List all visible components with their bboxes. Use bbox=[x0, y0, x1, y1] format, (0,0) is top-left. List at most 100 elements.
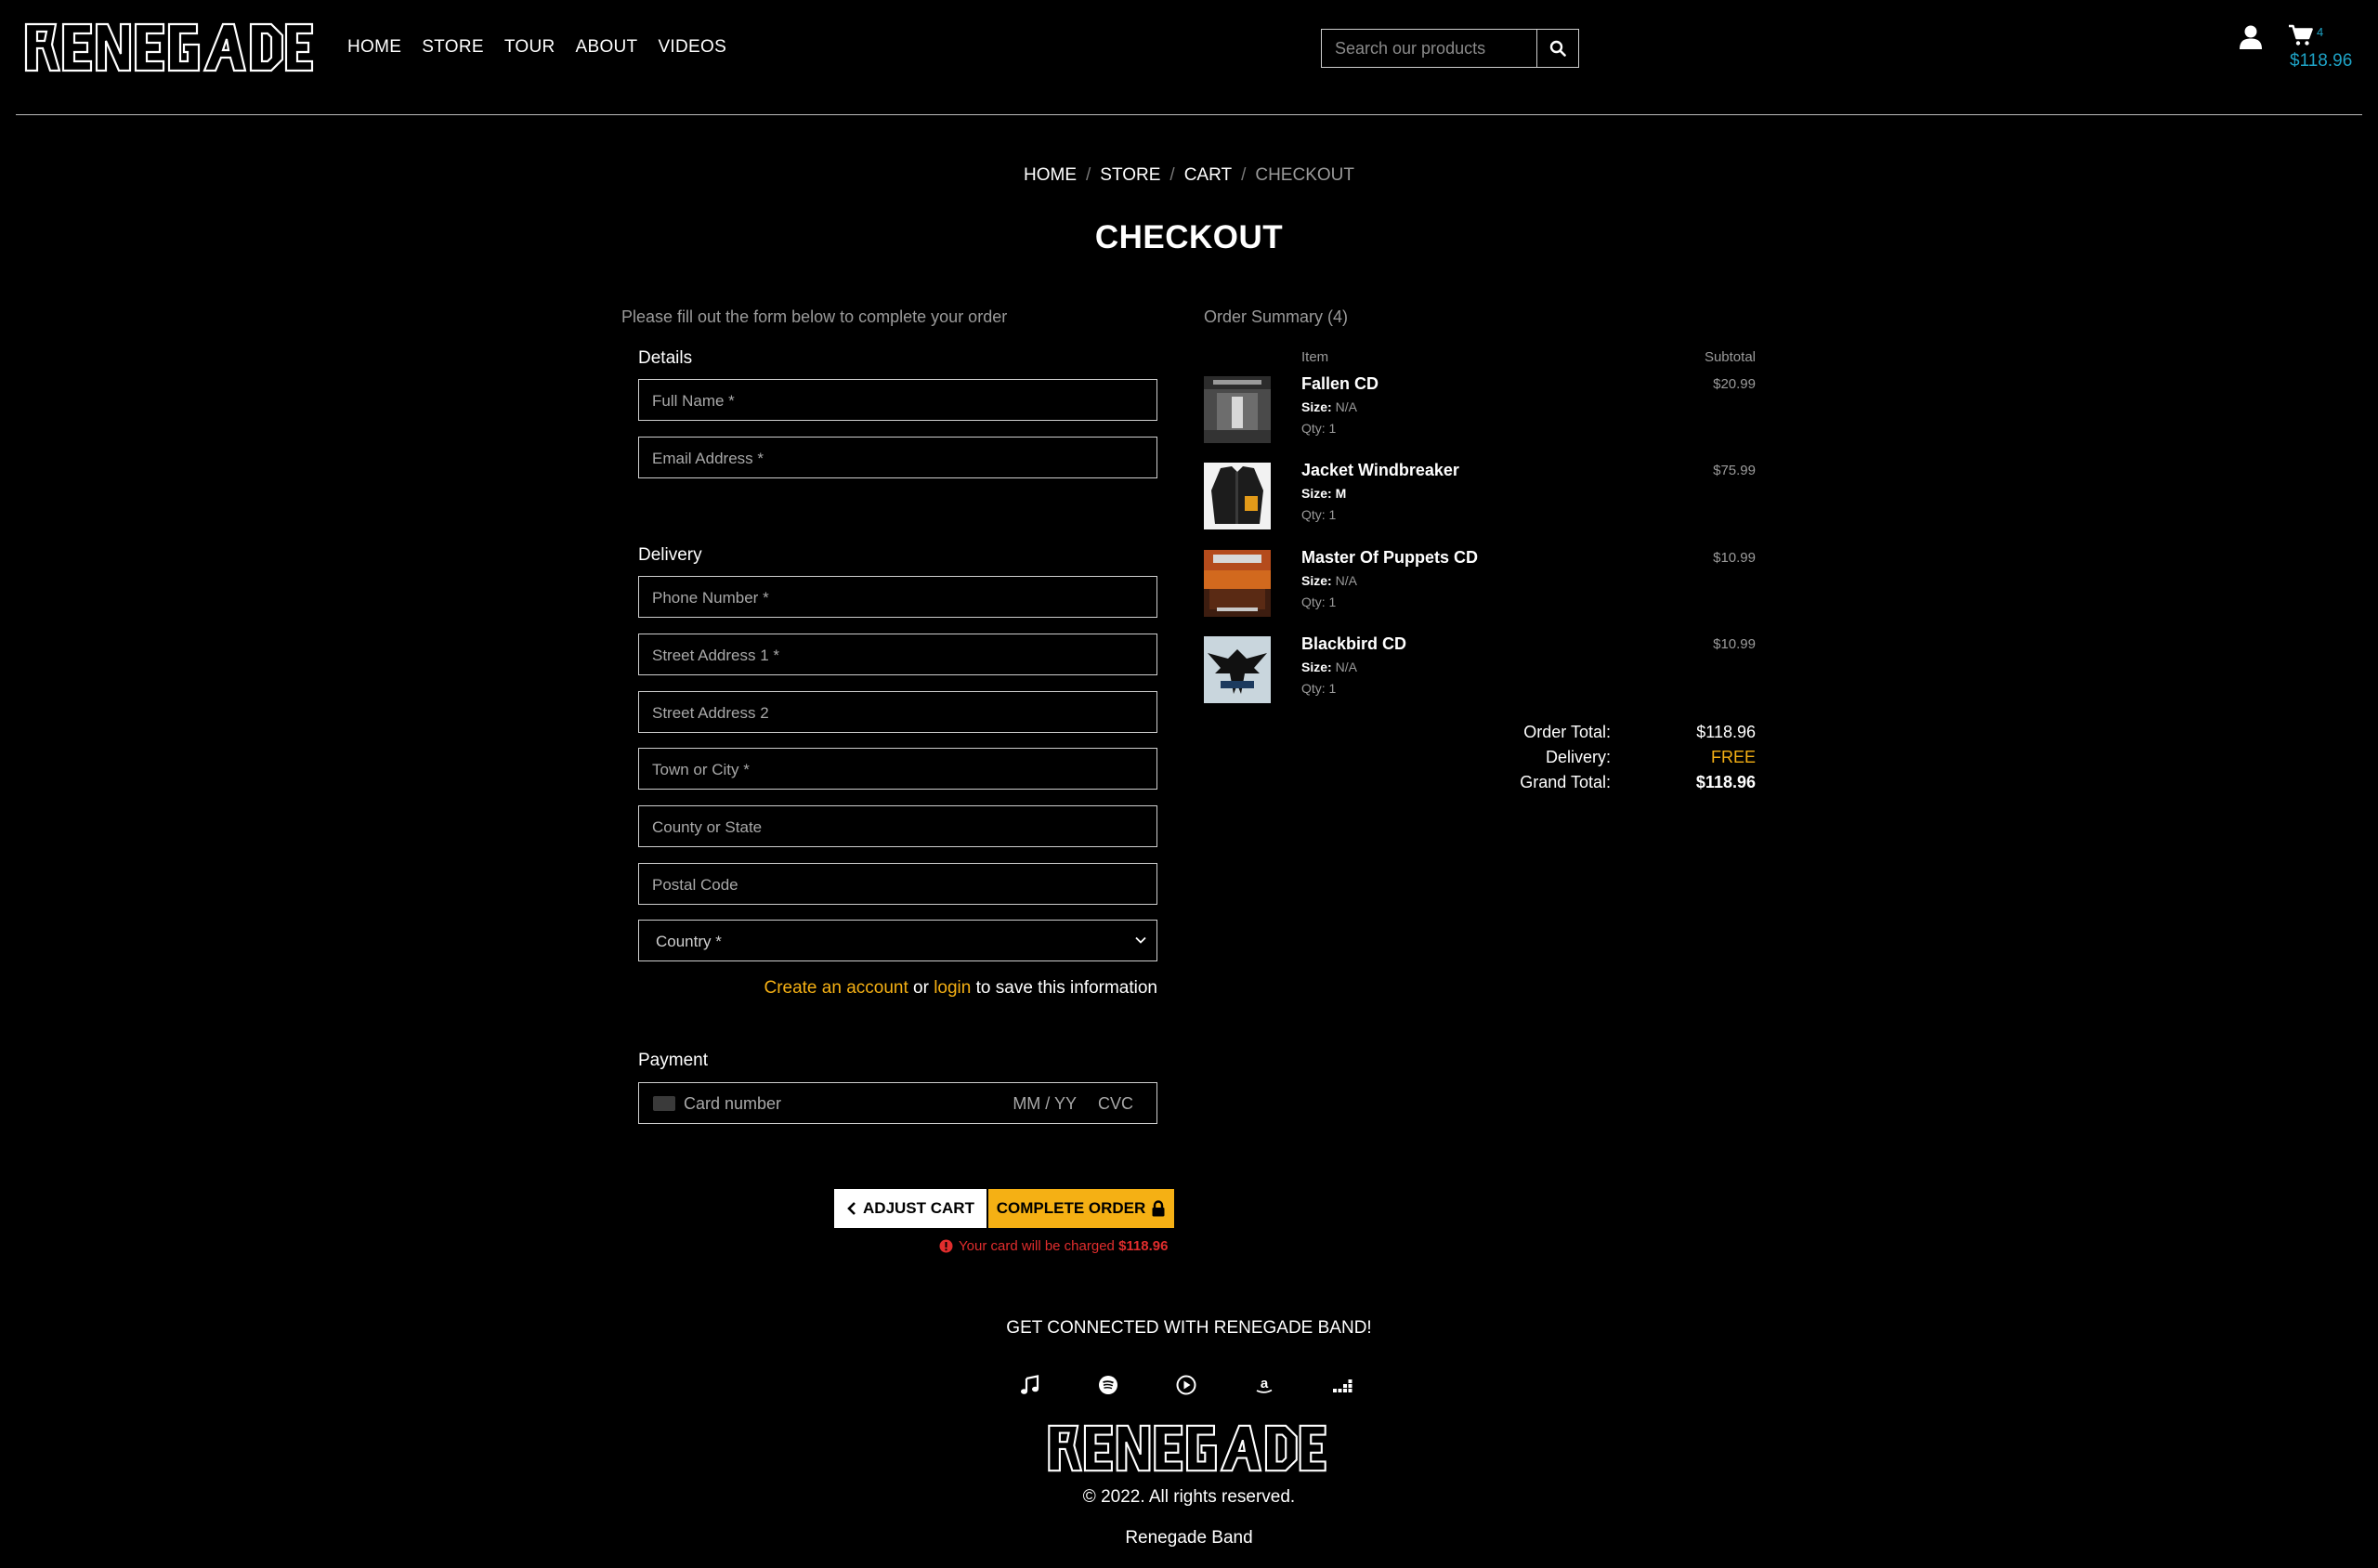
user-account-icon[interactable] bbox=[2239, 24, 2263, 50]
email-placeholder: Email Address * bbox=[652, 450, 764, 467]
cart-link[interactable]: 4 $118.96 bbox=[2287, 22, 2371, 72]
full-name-field[interactable]: Full Name * bbox=[638, 379, 1157, 421]
adjust-cart-label: ADJUST CART bbox=[863, 1199, 974, 1217]
street-address-1-field[interactable]: Street Address 1 * bbox=[638, 634, 1157, 675]
phone-field[interactable]: Phone Number * bbox=[638, 576, 1157, 618]
header-divider bbox=[16, 114, 2362, 115]
blackbird-cd-thumbnail[interactable] bbox=[1204, 636, 1271, 703]
delivery-label: Delivery: bbox=[1545, 748, 1611, 766]
login-link[interactable]: login bbox=[934, 978, 971, 998]
postal-code-placeholder: Postal Code bbox=[652, 876, 738, 894]
street-address-1-placeholder: Street Address 1 * bbox=[652, 647, 780, 664]
postal-code-field[interactable]: Postal Code bbox=[638, 863, 1157, 905]
renegade-logo[interactable] bbox=[24, 20, 314, 74]
lock-icon bbox=[1152, 1200, 1165, 1217]
item-name[interactable]: Blackbird CD bbox=[1301, 634, 1406, 654]
nav-about[interactable]: ABOUT bbox=[576, 37, 638, 58]
item-name[interactable]: Fallen CD bbox=[1301, 374, 1378, 394]
save-info-text: to save this information bbox=[971, 978, 1157, 998]
chevron-down-icon bbox=[1135, 936, 1146, 944]
search-button[interactable] bbox=[1537, 29, 1579, 68]
breadcrumb-separator: / bbox=[1241, 165, 1247, 185]
breadcrumb-cart[interactable]: CART bbox=[1184, 165, 1232, 185]
spotify-icon[interactable] bbox=[1098, 1375, 1120, 1397]
or-text: or bbox=[908, 978, 934, 998]
item-size: Size: N/A bbox=[1301, 573, 1357, 588]
chevron-left-icon bbox=[847, 1202, 856, 1215]
nav-videos[interactable]: VIDEOS bbox=[658, 37, 726, 58]
card-expiry-placeholder: MM / YY bbox=[1013, 1094, 1077, 1113]
jacket-windbreaker-thumbnail[interactable] bbox=[1204, 463, 1271, 529]
svg-text:a: a bbox=[1261, 1376, 1269, 1392]
town-city-field[interactable]: Town or City * bbox=[638, 748, 1157, 790]
item-price: $10.99 bbox=[1713, 550, 1756, 566]
breadcrumb-separator: / bbox=[1169, 165, 1175, 185]
exclamation-circle-icon bbox=[939, 1239, 953, 1253]
country-select[interactable]: Country * bbox=[638, 920, 1157, 961]
create-account-link[interactable]: Create an account bbox=[764, 978, 908, 998]
cart-total: $118.96 bbox=[2290, 51, 2353, 71]
order-item: Fallen CD Size: N/A Qty: 1 $20.99 bbox=[1204, 374, 1756, 449]
item-price: $75.99 bbox=[1713, 463, 1756, 478]
item-size: Size: M bbox=[1301, 486, 1347, 501]
nav-tour[interactable]: TOUR bbox=[504, 37, 555, 58]
full-name-placeholder: Full Name * bbox=[652, 392, 735, 410]
footer-heading: GET CONNECTED WITH RENEGADE BAND! bbox=[1006, 1318, 1372, 1338]
card-number-placeholder: Card number bbox=[684, 1094, 782, 1113]
complete-order-label: COMPLETE ORDER bbox=[996, 1199, 1146, 1217]
search-icon bbox=[1549, 40, 1566, 57]
charge-amount: $118.96 bbox=[1118, 1238, 1169, 1254]
item-qty: Qty: 1 bbox=[1301, 681, 1337, 696]
country-select-value: Country * bbox=[656, 933, 722, 950]
footer-renegade-logo[interactable] bbox=[1041, 1422, 1333, 1474]
breadcrumb-separator: / bbox=[1086, 165, 1091, 185]
form-intro: Please fill out the form below to comple… bbox=[621, 307, 1008, 326]
county-state-field[interactable]: County or State bbox=[638, 805, 1157, 847]
complete-order-button[interactable]: COMPLETE ORDER bbox=[988, 1189, 1174, 1228]
order-total-row: Order Total: $118.96 bbox=[1449, 723, 1756, 748]
social-links: a bbox=[1020, 1375, 1358, 1397]
breadcrumb-store[interactable]: STORE bbox=[1100, 165, 1160, 185]
shopping-cart-icon bbox=[2289, 24, 2313, 46]
deezer-icon[interactable] bbox=[1332, 1375, 1354, 1397]
order-item: Master Of Puppets CD Size: N/A Qty: 1 $1… bbox=[1204, 548, 1756, 622]
search-input[interactable] bbox=[1321, 29, 1537, 68]
nav-home[interactable]: HOME bbox=[347, 37, 401, 58]
breadcrumb-home[interactable]: HOME bbox=[1024, 165, 1077, 185]
subtotal-column-header: Subtotal bbox=[1704, 349, 1756, 365]
street-address-2-placeholder: Street Address 2 bbox=[652, 704, 769, 722]
band-name: Renegade Band bbox=[1125, 1528, 1253, 1548]
grand-total-label: Grand Total: bbox=[1520, 773, 1611, 791]
item-name[interactable]: Jacket Windbreaker bbox=[1301, 461, 1459, 480]
nav-store[interactable]: STORE bbox=[422, 37, 484, 58]
details-heading: Details bbox=[638, 348, 693, 368]
search-form bbox=[1321, 29, 1579, 68]
delivery-value: FREE bbox=[1710, 748, 1756, 766]
email-field[interactable]: Email Address * bbox=[638, 437, 1157, 478]
item-qty: Qty: 1 bbox=[1301, 507, 1337, 522]
item-column-header: Item bbox=[1301, 349, 1329, 365]
grand-total-row: Grand Total: $118.96 bbox=[1449, 773, 1756, 798]
amazon-icon[interactable]: a bbox=[1254, 1375, 1276, 1397]
street-address-2-field[interactable]: Street Address 2 bbox=[638, 691, 1157, 733]
item-qty: Qty: 1 bbox=[1301, 595, 1337, 609]
page-title: CHECKOUT bbox=[1094, 219, 1284, 255]
music-note-icon[interactable] bbox=[1020, 1375, 1042, 1397]
order-item: Jacket Windbreaker Size: M Qty: 1 $75.99 bbox=[1204, 461, 1756, 535]
card-cvc-placeholder: CVC bbox=[1097, 1094, 1133, 1113]
order-totals: Order Total: $118.96 Delivery: FREE Gran… bbox=[1449, 723, 1756, 798]
master-of-puppets-cd-thumbnail[interactable] bbox=[1204, 550, 1271, 617]
town-city-placeholder: Town or City * bbox=[652, 761, 750, 778]
item-size: Size: N/A bbox=[1301, 660, 1357, 674]
play-circle-icon[interactable] bbox=[1176, 1375, 1198, 1397]
item-name[interactable]: Master Of Puppets CD bbox=[1301, 548, 1478, 568]
save-info-prompt: Create an account or login to save this … bbox=[638, 978, 1157, 999]
adjust-cart-button[interactable]: ADJUST CART bbox=[834, 1189, 986, 1228]
breadcrumb: HOME / STORE / CART / CHECKOUT bbox=[0, 165, 2378, 186]
item-qty: Qty: 1 bbox=[1301, 421, 1337, 436]
credit-card-icon bbox=[653, 1096, 675, 1111]
breadcrumb-current: CHECKOUT bbox=[1255, 165, 1354, 185]
fallen-cd-thumbnail[interactable] bbox=[1204, 376, 1271, 443]
card-input[interactable]: Card number MM / YY CVC bbox=[638, 1082, 1157, 1124]
order-total-value: $118.96 bbox=[1696, 723, 1756, 741]
